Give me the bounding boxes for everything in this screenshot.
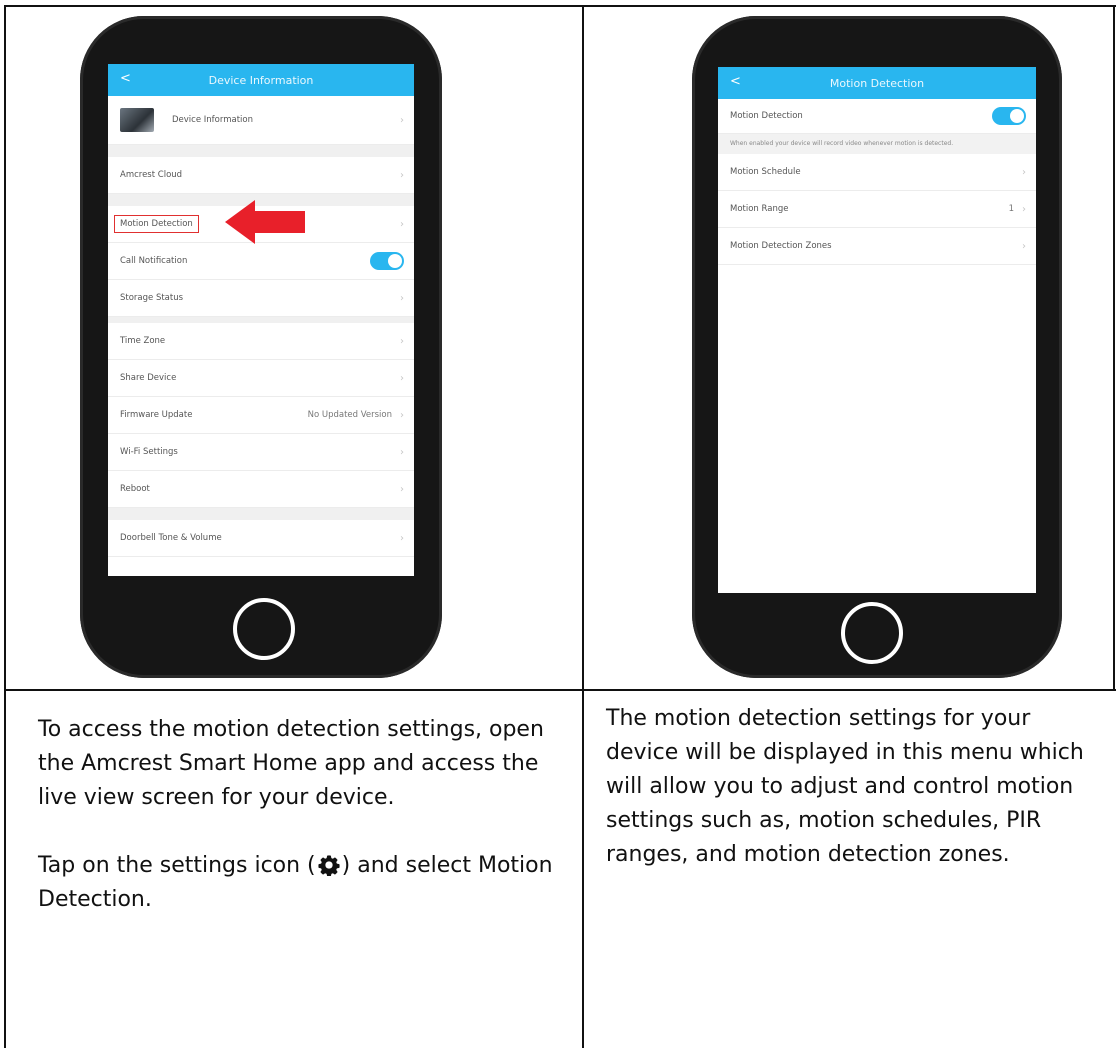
back-button[interactable]: < [120,71,131,86]
caption-text: Tap on the settings icon ( [38,853,316,878]
screen-title: Motion Detection [829,76,925,90]
section-separator [108,145,414,157]
row-label: Motion Schedule [730,167,801,177]
section-separator [108,508,414,520]
motion-detection-highlight: Motion Detection [114,215,199,233]
motion-detection-screen: < Motion Detection Motion Detection When… [718,67,1036,593]
chevron-right-icon: › [400,532,404,544]
chevron-right-icon: › [400,114,404,126]
grid-line-left [4,5,6,1048]
device-information-screen: < Device Information Device Information … [108,64,414,576]
chevron-right-icon: › [400,409,404,421]
motion-zones-row[interactable]: Motion Detection Zones › [718,228,1036,265]
row-label: Firmware Update [120,410,193,420]
amcrest-cloud-row[interactable]: Amcrest Cloud › [108,157,414,194]
call-notification-toggle[interactable] [370,252,404,270]
row-label: Amcrest Cloud [120,170,183,180]
chevron-right-icon: › [400,446,404,458]
motion-detection-hint: When enabled your device will record vid… [718,134,1036,154]
app-bar: < Device Information [108,64,414,96]
firmware-status: No Updated Version [307,410,392,420]
screen-title: Device Information [208,73,314,87]
chevron-right-icon: › [400,169,404,181]
motion-detection-toggle[interactable] [992,107,1026,125]
row-label: Device Information [172,115,253,125]
grid-line-top [4,5,1116,7]
phone-left: < Device Information Device Information … [80,16,442,678]
wifi-settings-row[interactable]: Wi-Fi Settings › [108,434,414,471]
motion-schedule-row[interactable]: Motion Schedule › [718,154,1036,191]
grid-line-right [1113,5,1115,690]
reboot-row[interactable]: Reboot › [108,471,414,508]
grid-line-horizontal [4,689,1116,691]
red-arrow-icon [225,200,305,244]
left-caption: To access the motion detection settings,… [38,713,558,917]
share-device-row[interactable]: Share Device › [108,360,414,397]
chevron-right-icon: › [1022,240,1026,252]
home-button[interactable] [233,598,295,660]
call-notification-row: Call Notification [108,243,414,280]
chevron-right-icon: › [400,372,404,384]
chevron-right-icon: › [400,292,404,304]
row-label: Motion Range [730,204,789,214]
chevron-right-icon: › [400,218,404,230]
motion-range-value: 1 [1008,204,1014,214]
row-label: Wi-Fi Settings [120,447,178,457]
time-zone-row[interactable]: Time Zone › [108,323,414,360]
row-label: Doorbell Tone & Volume [120,533,222,543]
motion-range-row[interactable]: Motion Range 1 › [718,191,1036,228]
row-label: Motion Detection [730,111,803,121]
device-info-row[interactable]: Device Information › [108,96,414,145]
chevron-right-icon: › [1022,166,1026,178]
right-caption-paragraph: The motion detection settings for your d… [606,706,1084,867]
doorbell-tone-row[interactable]: Doorbell Tone & Volume › [108,520,414,557]
row-label: Call Notification [120,256,188,266]
row-label: Reboot [120,484,150,494]
row-label: Motion Detection Zones [730,241,832,251]
row-label: Storage Status [120,293,184,303]
chevron-right-icon: › [400,335,404,347]
home-button[interactable] [841,602,903,664]
left-caption-paragraph-1: To access the motion detection settings,… [38,717,544,810]
device-thumbnail [120,108,154,132]
firmware-update-row[interactable]: Firmware Update No Updated Version › [108,397,414,434]
chevron-right-icon: › [1022,203,1026,215]
chevron-right-icon: › [400,483,404,495]
app-bar: < Motion Detection [718,67,1036,99]
gear-icon [318,855,340,876]
phone-right: < Motion Detection Motion Detection When… [692,16,1062,678]
grid-line-middle [582,5,584,1048]
motion-detection-toggle-row: Motion Detection [718,99,1036,134]
back-button[interactable]: < [730,74,741,89]
row-label: Share Device [120,373,177,383]
left-caption-paragraph-2: Tap on the settings icon ( ) and select … [38,849,558,917]
right-caption: The motion detection settings for your d… [606,702,1106,872]
storage-status-row[interactable]: Storage Status › [108,280,414,317]
row-label: Time Zone [120,336,166,346]
